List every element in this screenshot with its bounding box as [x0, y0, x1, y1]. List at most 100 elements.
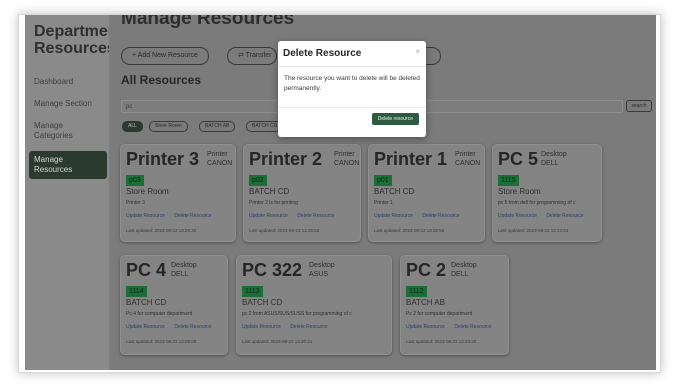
resource-type: Desktop DELL [541, 150, 567, 168]
resource-location: BATCH CD [249, 187, 290, 196]
delete-resource-modal: Delete Resource × The resource you want … [278, 41, 426, 137]
resource-location: Store Room [126, 187, 169, 196]
resource-brand: CANON [334, 160, 360, 167]
resource-name: PC 322 [242, 260, 303, 280]
resource-description: Printer 2 is for printing [249, 200, 298, 206]
app-window: Department Resources Dashboard Manage Se… [18, 14, 661, 373]
resource-card: PC 4 Desktop DELL 1114 BATCH CD Pc 4 for… [120, 255, 228, 355]
resource-actions: Update Resource Delete Resource [249, 213, 343, 219]
page-title: Manage Resources [121, 15, 295, 29]
add-resource-button[interactable]: + Add New Resource [121, 47, 209, 65]
resource-type: Printer CANON [207, 150, 232, 168]
resource-category: Desktop [309, 262, 335, 269]
resource-brand: CANON [207, 160, 233, 167]
resource-type: Desktop ASUS [309, 261, 335, 279]
delete-resource-link[interactable]: Delete Resource [290, 324, 327, 330]
resource-code-badge: p03 [126, 175, 144, 186]
resource-category: Desktop [451, 262, 477, 269]
sidebar-item-dashboard[interactable]: Dashboard [25, 73, 109, 91]
section-title: All Resources [121, 73, 202, 87]
brand-line-2: Resources [34, 40, 116, 57]
resource-code-badge: 1115 [498, 175, 519, 186]
brand-line-1: Department [34, 23, 123, 40]
resource-name: PC 2 [406, 260, 447, 280]
filter-chip-store-room[interactable]: Store Room [149, 121, 188, 132]
sidebar-item-manage-section[interactable]: Manage Section [25, 95, 109, 113]
resource-category: Desktop [541, 151, 567, 158]
resource-location: Store Room [498, 187, 541, 196]
resource-brand: DELL [541, 160, 559, 167]
resource-name: Printer 1 [374, 149, 448, 169]
resource-card: Printer 3 Printer CANON p03 Store Room P… [120, 144, 236, 242]
resource-card: PC 2 Desktop DELL 1112 BATCH AB Pc 2 for… [400, 255, 509, 355]
brand: Department Resources [25, 15, 123, 57]
resource-updated: Last updated: 2023-08-23 13:26:58 [374, 228, 445, 233]
confirm-delete-button[interactable]: Delete resource [371, 113, 419, 125]
sidebar: Department Resources Dashboard Manage Se… [25, 15, 123, 370]
search-button[interactable]: search [626, 100, 652, 112]
resource-updated: Last updated: 2023-08-23 13:43:20 [406, 339, 477, 344]
update-resource-link[interactable]: Update Resource [126, 213, 165, 219]
resource-card: Printer 2 Printer CANON p02 BATCH CD Pri… [243, 144, 361, 242]
resource-category: Desktop [171, 262, 197, 269]
modal-divider [278, 107, 426, 108]
transfer-button[interactable]: ⇄ Transfer [227, 47, 277, 65]
resource-location: BATCH CD [126, 298, 167, 307]
resource-type: Desktop DELL [171, 261, 197, 279]
resource-actions: Update Resource Delete Resource [374, 213, 468, 219]
resource-name: PC 4 [126, 260, 167, 280]
app: Department Resources Dashboard Manage Se… [25, 15, 656, 370]
sidebar-item-manage-resources[interactable]: Manage Resources [29, 151, 107, 179]
resource-code-badge: p02 [249, 175, 267, 186]
resource-type: Desktop DELL [451, 261, 477, 279]
update-resource-link[interactable]: Update Resource [374, 213, 413, 219]
delete-resource-link[interactable]: Delete Resource [174, 213, 211, 219]
resource-card: PC 322 Desktop ASUS 1113 BATCH CD pc 2 f… [236, 255, 392, 355]
resource-actions: Update Resource Delete Resource [498, 213, 592, 219]
resource-brand: CANON [455, 160, 481, 167]
resource-type: Printer CANON [455, 150, 480, 168]
resource-description: Pc 2 for computer department [406, 311, 473, 317]
resource-type: Printer CANON [334, 150, 359, 168]
delete-resource-link[interactable]: Delete Resource [454, 324, 491, 330]
resource-card: PC 5 Desktop DELL 1115 Store Room pc 5 f… [492, 144, 602, 242]
resource-location: BATCH AB [406, 298, 445, 307]
sidebar-item-manage-categories[interactable]: Manage Categories [25, 117, 95, 145]
resource-brand: DELL [171, 271, 189, 278]
update-resource-link[interactable]: Update Resource [498, 213, 537, 219]
resource-actions: Update Resource Delete Resource [242, 324, 336, 330]
resource-code-badge: 1113 [242, 286, 263, 297]
modal-body: The resource you want to delete will be … [284, 75, 420, 92]
resource-updated: Last updated: 2023-08-23 13:09:08 [126, 339, 197, 344]
modal-title: Delete Resource [283, 48, 362, 59]
resource-updated: Last updated: 2023-08-23 13:26:30 [126, 228, 197, 233]
update-resource-link[interactable]: Update Resource [249, 213, 288, 219]
resource-brand: DELL [451, 271, 469, 278]
close-icon[interactable]: × [415, 47, 420, 56]
resource-description: Printer 1 [374, 200, 393, 206]
resource-name: PC 5 [498, 149, 539, 169]
resource-category: Printer [334, 151, 355, 158]
delete-resource-link[interactable]: Delete Resource [297, 213, 334, 219]
delete-resource-link[interactable]: Delete Resource [174, 324, 211, 330]
resource-card: Printer 1 Printer CANON p01 BATCH CD Pri… [368, 144, 485, 242]
filter-chip-batch-ab[interactable]: BATCH AB [199, 121, 236, 132]
resource-brand: ASUS [309, 271, 329, 278]
resource-description: pc 5 from dell for programming of c [498, 200, 576, 206]
resource-code-badge: 1114 [126, 286, 147, 297]
update-resource-link[interactable]: Update Resource [406, 324, 445, 330]
modal-divider [278, 66, 426, 67]
resource-location: BATCH CD [242, 298, 283, 307]
update-resource-link[interactable]: Update Resource [126, 324, 165, 330]
delete-resource-link[interactable]: Delete Resource [422, 213, 459, 219]
resource-description: Printer 3 [126, 200, 145, 206]
update-resource-link[interactable]: Update Resource [242, 324, 281, 330]
resource-actions: Update Resource Delete Resource [406, 324, 500, 330]
resource-updated: Last updated: 2023-08-23 13:26:53 [249, 228, 320, 233]
resource-actions: Update Resource Delete Resource [126, 324, 220, 330]
resource-code-badge: p01 [374, 175, 392, 186]
delete-resource-link[interactable]: Delete Resource [546, 213, 583, 219]
resource-category: Printer [455, 151, 476, 158]
filter-chip-all[interactable]: ALL [122, 121, 143, 132]
resource-name: Printer 3 [126, 149, 200, 169]
